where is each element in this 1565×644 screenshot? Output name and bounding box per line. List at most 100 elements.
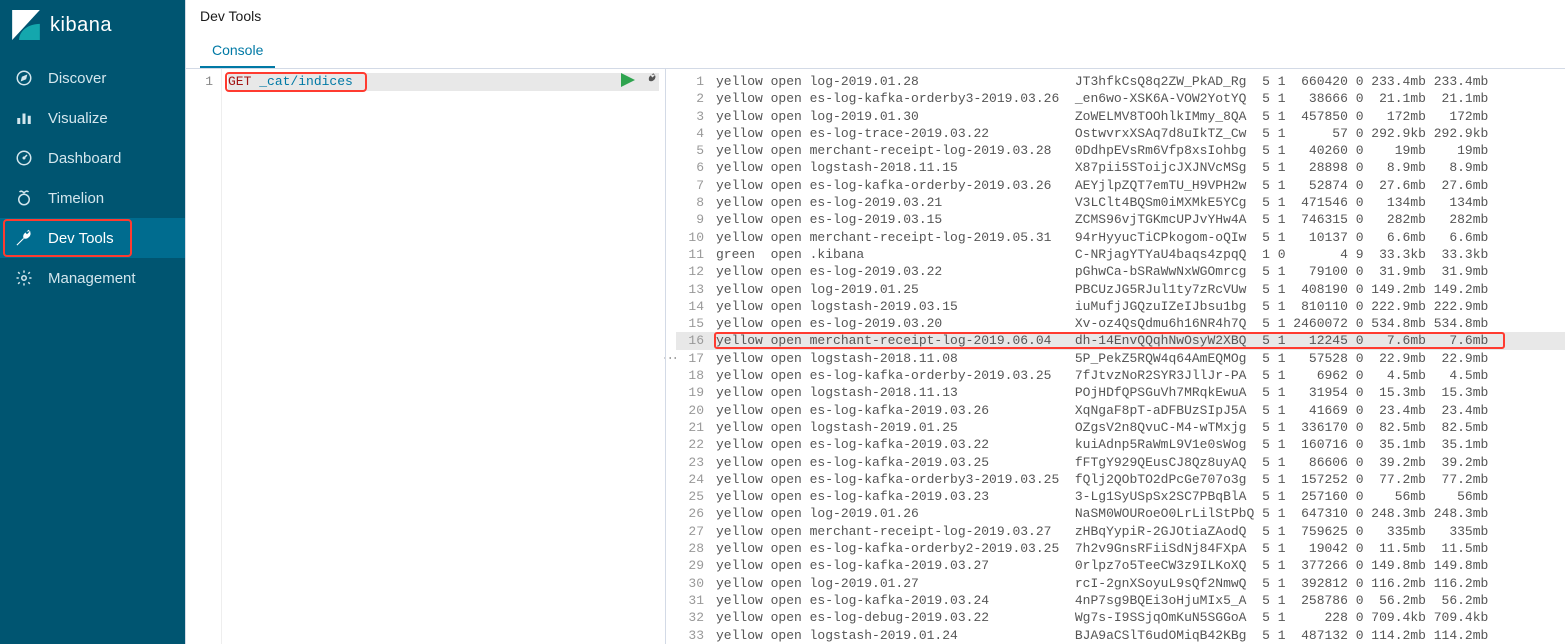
sidebar-item-label: Timelion (48, 190, 104, 207)
output-line-text: yellow open es-log-kafka-2019.03.23 3-Lg… (712, 488, 1565, 505)
output-line-number: 12 (676, 263, 712, 280)
devtools-icon (14, 228, 34, 248)
output-line-text: yellow open merchant-receipt-log-2019.05… (712, 229, 1565, 246)
output-line-number: 9 (676, 211, 712, 228)
output-line-text: yellow open logstash-2019.03.15 iuMufjJG… (712, 298, 1565, 315)
sidebar-item-label: Visualize (48, 110, 108, 127)
run-button[interactable] (621, 73, 635, 90)
output-line-text: yellow open es-log-kafka-orderby2-2019.0… (712, 540, 1565, 557)
output-line-number: 29 (676, 557, 712, 574)
output-line-text: yellow open log-2019.01.28 JT3hfkCsQ8q2Z… (712, 73, 1565, 90)
sidebar: kibana Discover Visualize Dashboard Timelio… (0, 0, 185, 644)
output-line-text: yellow open log-2019.01.25 PBCUzJG5RJul1… (712, 281, 1565, 298)
output-line-number: 19 (676, 384, 712, 401)
output-row: 18yellow open es-log-kafka-orderby-2019.… (676, 367, 1565, 384)
output-line-text: yellow open merchant-receipt-log-2019.06… (712, 332, 1565, 349)
output-row: 24yellow open es-log-kafka-orderby3-2019… (676, 471, 1565, 488)
output-line-number: 21 (676, 419, 712, 436)
output-line-number: 4 (676, 125, 712, 142)
output-line-text: yellow open es-log-2019.03.21 V3LClt4BQS… (712, 194, 1565, 211)
sidebar-nav: Discover Visualize Dashboard Timelion Dev To… (0, 58, 185, 298)
output-line-text: yellow open logstash-2018.11.15 X87pii5S… (712, 159, 1565, 176)
output-row: 30yellow open log-2019.01.27 rcI-2gnXSoy… (676, 575, 1565, 592)
output-line-number: 13 (676, 281, 712, 298)
discover-icon (14, 68, 34, 88)
output-row: 3yellow open log-2019.01.30 ZoWELMV8TOOh… (676, 108, 1565, 125)
output-line-text: yellow open es-log-kafka-2019.03.22 kuiA… (712, 436, 1565, 453)
output-row: 6yellow open logstash-2018.11.15 X87pii5… (676, 159, 1565, 176)
request-editor[interactable]: 1 GET _cat/indices (186, 69, 666, 644)
output-line-number: 30 (676, 575, 712, 592)
wrench-icon[interactable] (643, 73, 657, 90)
response-output[interactable]: 1yellow open log-2019.01.28 JT3hfkCsQ8q2… (676, 69, 1565, 644)
management-icon (14, 268, 34, 288)
output-row: 8yellow open es-log-2019.03.21 V3LClt4BQ… (676, 194, 1565, 211)
output-line-number: 2 (676, 90, 712, 107)
output-line-number: 32 (676, 609, 712, 626)
dashboard-icon (14, 148, 34, 168)
output-line-text: yellow open es-log-trace-2019.03.22 Ostw… (712, 125, 1565, 142)
output-line-text: yellow open es-log-2019.03.22 pGhwCa-bSR… (712, 263, 1565, 280)
output-line-number: 10 (676, 229, 712, 246)
output-line-text: yellow open es-log-kafka-orderby3-2019.0… (712, 471, 1565, 488)
brand-name: kibana (50, 14, 112, 37)
output-line-text: yellow open es-log-kafka-2019.03.24 4nP7… (712, 592, 1565, 609)
sidebar-item-dashboard[interactable]: Dashboard (0, 138, 185, 178)
output-row: 25yellow open es-log-kafka-2019.03.23 3-… (676, 488, 1565, 505)
output-line-text: yellow open log-2019.01.30 ZoWELMV8TOOhl… (712, 108, 1565, 125)
output-line-number: 15 (676, 315, 712, 332)
tabs: Console (200, 34, 1551, 68)
sidebar-item-label: Dev Tools (48, 230, 114, 247)
output-line-number: 18 (676, 367, 712, 384)
output-row: 21yellow open logstash-2019.01.25 OZgsV2… (676, 419, 1565, 436)
editor-line[interactable]: GET _cat/indices (228, 73, 659, 91)
console-panes: 1 GET _cat/indices (186, 69, 1565, 644)
output-line-text: yellow open es-log-2019.03.15 ZCMS96vjTG… (712, 211, 1565, 228)
output-line-number: 23 (676, 454, 712, 471)
output-line-text: yellow open es-log-kafka-orderby-2019.03… (712, 177, 1565, 194)
tab-console[interactable]: Console (200, 34, 275, 68)
output-line-number: 7 (676, 177, 712, 194)
sidebar-item-discover[interactable]: Discover (0, 58, 185, 98)
output-row: 19yellow open logstash-2018.11.13 POjHDf… (676, 384, 1565, 401)
pane-resizer[interactable]: ⋮ (666, 69, 676, 644)
timelion-icon (14, 188, 34, 208)
output-row: 33yellow open logstash-2019.01.24 BJA9aC… (676, 627, 1565, 644)
sidebar-item-label: Discover (48, 70, 106, 87)
output-row: 7yellow open es-log-kafka-orderby-2019.0… (676, 177, 1565, 194)
request-method: GET (228, 74, 251, 89)
editor-content[interactable]: 1 GET _cat/indices (186, 69, 665, 644)
kibana-logo-icon (12, 10, 40, 40)
output-line-number: 11 (676, 246, 712, 263)
brand-logo[interactable]: kibana (0, 0, 185, 50)
output-line-text: yellow open es-log-kafka-orderby3-2019.0… (712, 90, 1565, 107)
output-line-text: yellow open logstash-2019.01.24 BJA9aCSl… (712, 627, 1565, 644)
output-line-number: 20 (676, 402, 712, 419)
page-title: Dev Tools (200, 8, 1551, 24)
editor-actions (621, 73, 657, 90)
sidebar-item-timelion[interactable]: Timelion (0, 178, 185, 218)
sidebar-item-devtools[interactable]: Dev Tools (0, 218, 185, 258)
output-row: 28yellow open es-log-kafka-orderby2-2019… (676, 540, 1565, 557)
output-row: 29yellow open es-log-kafka-2019.03.27 0r… (676, 557, 1565, 574)
output-body: 1yellow open log-2019.01.28 JT3hfkCsQ8q2… (676, 69, 1565, 644)
output-row: 10yellow open merchant-receipt-log-2019.… (676, 229, 1565, 246)
output-line-number: 6 (676, 159, 712, 176)
output-row: 31yellow open es-log-kafka-2019.03.24 4n… (676, 592, 1565, 609)
sidebar-item-visualize[interactable]: Visualize (0, 98, 185, 138)
output-line-number: 28 (676, 540, 712, 557)
sidebar-item-label: Management (48, 270, 136, 287)
output-row: 22yellow open es-log-kafka-2019.03.22 ku… (676, 436, 1565, 453)
sidebar-item-management[interactable]: Management (0, 258, 185, 298)
visualize-icon (14, 108, 34, 128)
output-line-text: yellow open log-2019.01.26 NaSM0WOURoeO0… (712, 505, 1565, 522)
output-row: 17yellow open logstash-2018.11.08 5P_Pek… (676, 350, 1565, 367)
output-row: 1yellow open log-2019.01.28 JT3hfkCsQ8q2… (676, 73, 1565, 90)
editor-body[interactable]: GET _cat/indices (222, 69, 665, 644)
output-row: 23yellow open es-log-kafka-2019.03.25 fF… (676, 454, 1565, 471)
output-row: 9yellow open es-log-2019.03.15 ZCMS96vjT… (676, 211, 1565, 228)
output-line-text: yellow open log-2019.01.27 rcI-2gnXSoyuL… (712, 575, 1565, 592)
output-line-number: 26 (676, 505, 712, 522)
output-line-text: yellow open logstash-2019.01.25 OZgsV2n8… (712, 419, 1565, 436)
output-line-number: 16 (676, 332, 712, 349)
